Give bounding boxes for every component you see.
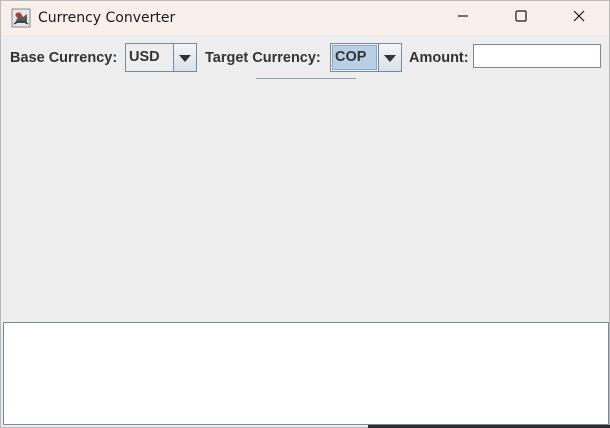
close-button[interactable] <box>550 1 608 35</box>
chevron-down-icon <box>179 49 191 67</box>
target-currency-value: COP <box>332 45 377 70</box>
base-currency-label: Base Currency: <box>10 50 118 66</box>
minimize-button[interactable] <box>434 1 492 35</box>
title-bar[interactable]: Currency Converter <box>1 1 609 35</box>
app-window: Currency Converter Base Currency: USD Ta… <box>0 0 610 428</box>
target-currency-select[interactable]: COP <box>330 43 402 72</box>
maximize-button[interactable] <box>492 1 550 35</box>
minimize-icon <box>457 9 469 27</box>
window-title: Currency Converter <box>38 10 176 26</box>
target-currency-label: Target Currency: <box>205 50 321 66</box>
java-app-icon <box>11 8 31 28</box>
amount-label: Amount: <box>409 50 469 66</box>
maximize-icon <box>515 9 527 27</box>
separator-line <box>256 78 356 79</box>
close-icon <box>573 9 585 27</box>
target-currency-dropdown-button[interactable] <box>378 44 401 71</box>
amount-input[interactable] <box>473 44 601 68</box>
base-currency-value: USD <box>129 49 160 65</box>
result-text-area[interactable] <box>3 322 609 425</box>
base-currency-select[interactable]: USD <box>125 43 197 72</box>
base-currency-dropdown-button[interactable] <box>173 44 196 71</box>
chevron-down-icon <box>384 49 396 67</box>
